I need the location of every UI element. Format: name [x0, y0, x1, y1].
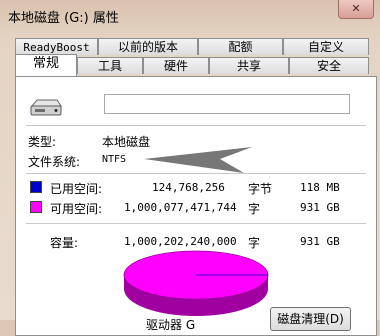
tab-general[interactable]: 常规	[15, 54, 77, 76]
used-space-swatch	[30, 181, 42, 193]
tab-strip: ReadyBoost 以前的版本 配额 自定义 常规 工具 硬件 共享 安全	[15, 38, 370, 78]
tab-hardware[interactable]: 硬件	[143, 57, 209, 74]
type-value: 本地磁盘	[102, 135, 151, 149]
separator	[26, 125, 366, 126]
separator	[26, 223, 366, 224]
volume-name-input[interactable]	[104, 94, 350, 114]
annotation-arrow	[144, 147, 252, 173]
window-title: 本地磁盘 (G:) 属性	[8, 11, 119, 26]
used-space-bytes: 124,768,256	[152, 181, 225, 194]
free-space-label: 可用空间:	[50, 202, 103, 216]
disk-cleanup-button[interactable]: 磁盘清理(D)	[270, 307, 351, 331]
free-space-size: 931 GB	[300, 201, 340, 214]
capacity-bytes: 1,000,202,240,000	[124, 235, 237, 248]
free-space-bytes: 1,000,077,471,744	[124, 201, 237, 214]
tab-customize[interactable]: 自定义	[283, 38, 369, 55]
drive-label: 驱动器 G	[146, 318, 196, 332]
capacity-label: 容量:	[50, 236, 79, 250]
capacity-size: 931 GB	[300, 235, 340, 248]
title-bar[interactable]: 本地磁盘 (G:) 属性 ✕	[0, 0, 380, 30]
properties-window: 本地磁盘 (G:) 属性 ✕ ReadyBoost 以前的版本 配额 自定义 常…	[0, 0, 380, 336]
close-button[interactable]: ✕	[338, 0, 374, 19]
general-panel: 类型: 本地磁盘 文件系统: NTFS 已用空间: 124,768,256 字节…	[15, 76, 377, 336]
disk-usage-pie	[123, 250, 269, 316]
file-system-label: 文件系统:	[28, 155, 81, 169]
used-space-size: 118 MB	[300, 181, 340, 194]
file-system-value: NTFS	[102, 154, 127, 165]
free-space-unit: 字	[248, 202, 261, 216]
tab-tools[interactable]: 工具	[77, 57, 143, 74]
tab-security[interactable]: 安全	[289, 57, 369, 74]
tab-previous-versions[interactable]: 以前的版本	[98, 38, 198, 55]
type-label: 类型:	[28, 135, 57, 149]
separator	[26, 173, 366, 174]
tab-sharing[interactable]: 共享	[209, 57, 289, 74]
free-space-swatch	[30, 201, 42, 213]
tab-readyboost[interactable]: ReadyBoost	[15, 38, 98, 55]
used-space-label: 已用空间:	[50, 182, 103, 196]
used-space-unit: 字节	[248, 182, 273, 196]
hard-drive-icon	[30, 99, 62, 116]
tab-quota[interactable]: 配额	[198, 38, 283, 55]
